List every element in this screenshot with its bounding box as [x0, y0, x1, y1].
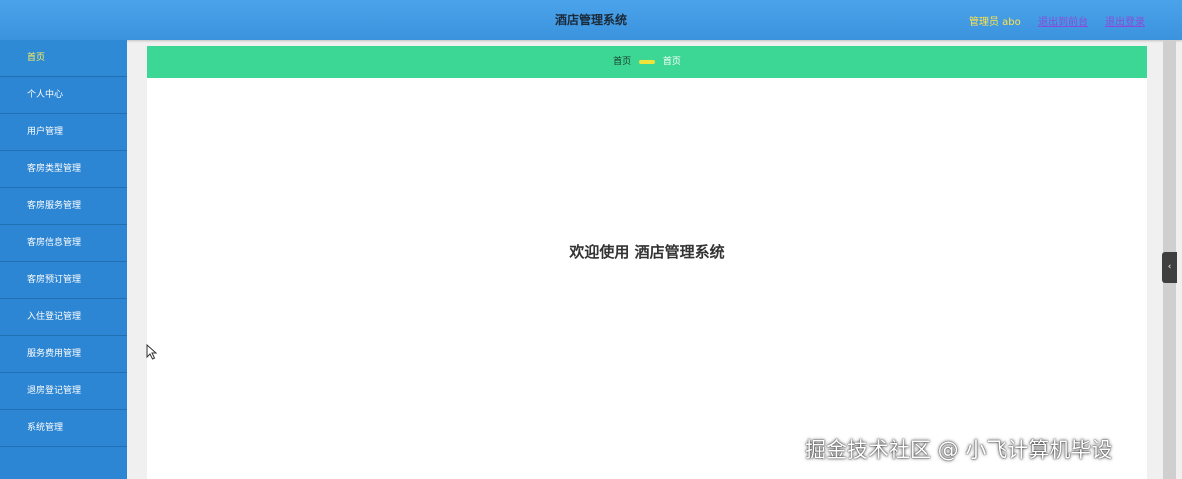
sidebar-item-checkin-management[interactable]: 入住登记管理	[0, 299, 127, 336]
top-header: 酒店管理系统 管理员 abo 退出到前台 退出登录	[0, 0, 1182, 40]
watermark: 掘金技术社区 @ 小飞计算机毕设	[805, 438, 1113, 462]
breadcrumb-separator-icon	[639, 59, 655, 64]
collapse-chevron-icon[interactable]: ‹	[1162, 252, 1177, 283]
sidebar-item-home[interactable]: 首页	[0, 40, 127, 77]
sidebar-item-system-management[interactable]: 系统管理	[0, 410, 127, 447]
sidebar-item-personal-center[interactable]: 个人中心	[0, 77, 127, 114]
exit-to-front-link[interactable]: 退出到前台	[1038, 13, 1088, 28]
sidebar-item-user-management[interactable]: 用户管理	[0, 114, 127, 151]
welcome-message: 欢迎使用 酒店管理系统	[569, 243, 725, 261]
sidebar-menu: 首页 个人中心 用户管理 客房类型管理 客房服务管理 客房信息管理 客房预订管理…	[0, 40, 127, 479]
sidebar-item-room-type-management[interactable]: 客房类型管理	[0, 151, 127, 188]
breadcrumb-root[interactable]: 首页	[613, 57, 631, 67]
sidebar-item-room-service-management[interactable]: 客房服务管理	[0, 188, 127, 225]
mouse-cursor-icon	[146, 344, 158, 360]
sidebar-item-checkout-management[interactable]: 退房登记管理	[0, 373, 127, 410]
sidebar-item-room-info-management[interactable]: 客房信息管理	[0, 225, 127, 262]
current-user-label: 管理员 abo	[969, 17, 1021, 28]
breadcrumb-current: 首页	[662, 57, 681, 67]
logout-link[interactable]: 退出登录	[1105, 13, 1145, 28]
sidebar-item-room-booking-management[interactable]: 客房预订管理	[0, 262, 127, 299]
sidebar-item-service-fee-management[interactable]: 服务费用管理	[0, 336, 127, 373]
breadcrumb: 首页 首页	[147, 46, 1147, 78]
main-content: 首页 首页 欢迎使用 酒店管理系统	[147, 46, 1147, 479]
app-window: 酒店管理系统 管理员 abo 退出到前台 退出登录 首页 个人中心 用户管理 客…	[0, 0, 1182, 479]
